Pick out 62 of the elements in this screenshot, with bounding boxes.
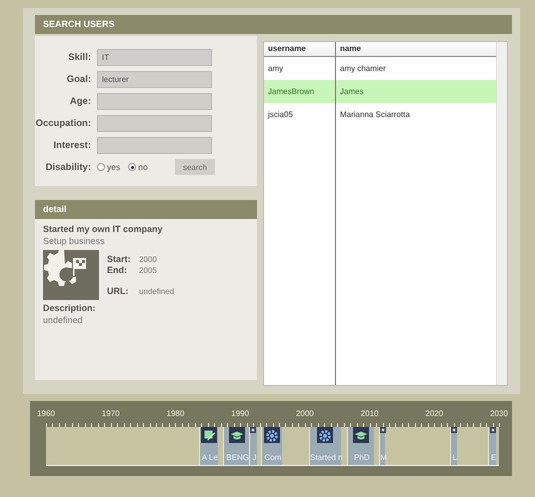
field-label: Skill: [67,52,91,62]
axis-label: 2010 [360,409,378,418]
input-field[interactable]: lecturer [97,70,212,88]
axis-label: 1980 [166,409,184,418]
table-cell-text: Marianna Sciarrotta [339,109,411,121]
field-label: Age: [68,96,91,106]
timeline-item[interactable]: Com [260,427,282,465]
timeline-item[interactable]: PhD [346,427,374,465]
url-value: undefined [139,287,174,296]
timeline-item[interactable]: J [249,427,257,465]
url-label: URL: [107,286,130,296]
axis-label: 1990 [231,409,250,418]
table-cell-text: James [339,86,365,98]
timeline-item[interactable]: BENG [223,427,249,465]
axis-label: 1960 [37,409,55,418]
table-cell-text: amy chamier [339,63,387,75]
field-label: Goal: [66,74,91,84]
detail-subtitle: Setup business [43,236,106,246]
start-label: Start: [107,254,132,264]
graduation-cap-icon [228,427,245,443]
marker-icon [250,427,256,433]
timeline-item[interactable]: Started n [308,427,341,465]
timeline-item[interactable]: A Le [198,427,218,465]
marker-icon [450,427,457,433]
input-field[interactable] [97,92,212,110]
timeline-item[interactable]: L [450,427,457,465]
detail-title: Started my own IT company [43,224,164,234]
field-label: Interest: [52,140,91,150]
end-value: 2005 [139,266,157,275]
column-header[interactable]: username [264,42,336,56]
timeline-item[interactable]: M [378,427,386,465]
axis-label: 2000 [296,409,314,418]
pencil-icon [200,427,217,443]
table-row[interactable]: JamesBrown James [264,80,496,103]
graduation-cap-icon [352,427,369,443]
axis-label: 1970 [102,409,120,418]
table-row[interactable]: jscia05 Marianna Sciarrotta [264,103,496,126]
table-cell: jscia05 [264,103,336,126]
gear-flag-icon [43,250,99,300]
panel-header: SEARCH USERS [35,15,512,34]
axis-label: 2030 [490,409,508,418]
table-cell: JamesBrown [264,80,336,103]
marker-icon [380,427,386,433]
search-button[interactable]: search [175,159,215,175]
radio-option[interactable]: no [128,162,148,172]
axis-label: 2020 [425,409,444,418]
input-field[interactable]: IT [97,48,212,66]
description-value: undefined [43,315,84,325]
column-header[interactable]: name [336,42,496,56]
description-label: Description: [43,303,97,313]
panel-header: detail [35,200,257,219]
field-label: Disability: [44,162,91,172]
gear-icon [264,427,280,443]
marker-icon [490,427,496,433]
input-field[interactable] [97,136,212,154]
timeline-item[interactable]: E [488,427,496,465]
end-label: End: [107,265,128,275]
input-field[interactable] [97,114,212,132]
field-label: Occupation: [35,118,91,128]
radio-option[interactable]: yes [97,162,120,172]
gear-icon [317,427,334,443]
start-value: 2000 [139,255,157,264]
